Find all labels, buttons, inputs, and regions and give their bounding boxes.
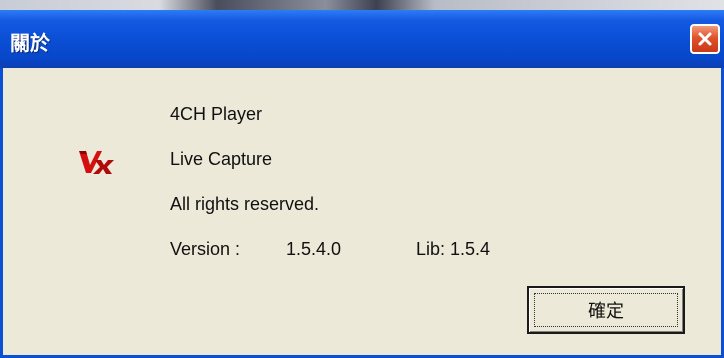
ok-button[interactable]: 確定 (527, 286, 685, 334)
close-button[interactable] (690, 24, 720, 54)
lib-version: Lib: 1.5.4 (416, 239, 491, 259)
ok-button-label: 確定 (588, 301, 624, 322)
version-value: 1.5.4.0 (286, 239, 342, 259)
dialog-content: 4CH Player Live Capture All rights reser… (3, 68, 721, 355)
vx-logo-icon (77, 148, 117, 176)
version-label: Version : (170, 239, 241, 259)
about-dialog: 關於 4CH Player Live Capture All rights re… (0, 10, 724, 358)
rights-text: All rights reserved. (170, 194, 320, 214)
close-icon (697, 31, 713, 47)
product-subtitle: Live Capture (170, 149, 273, 169)
product-name: 4CH Player (170, 104, 263, 124)
dialog-title: 關於 (10, 31, 50, 55)
title-bar[interactable]: 關於 (0, 10, 724, 68)
